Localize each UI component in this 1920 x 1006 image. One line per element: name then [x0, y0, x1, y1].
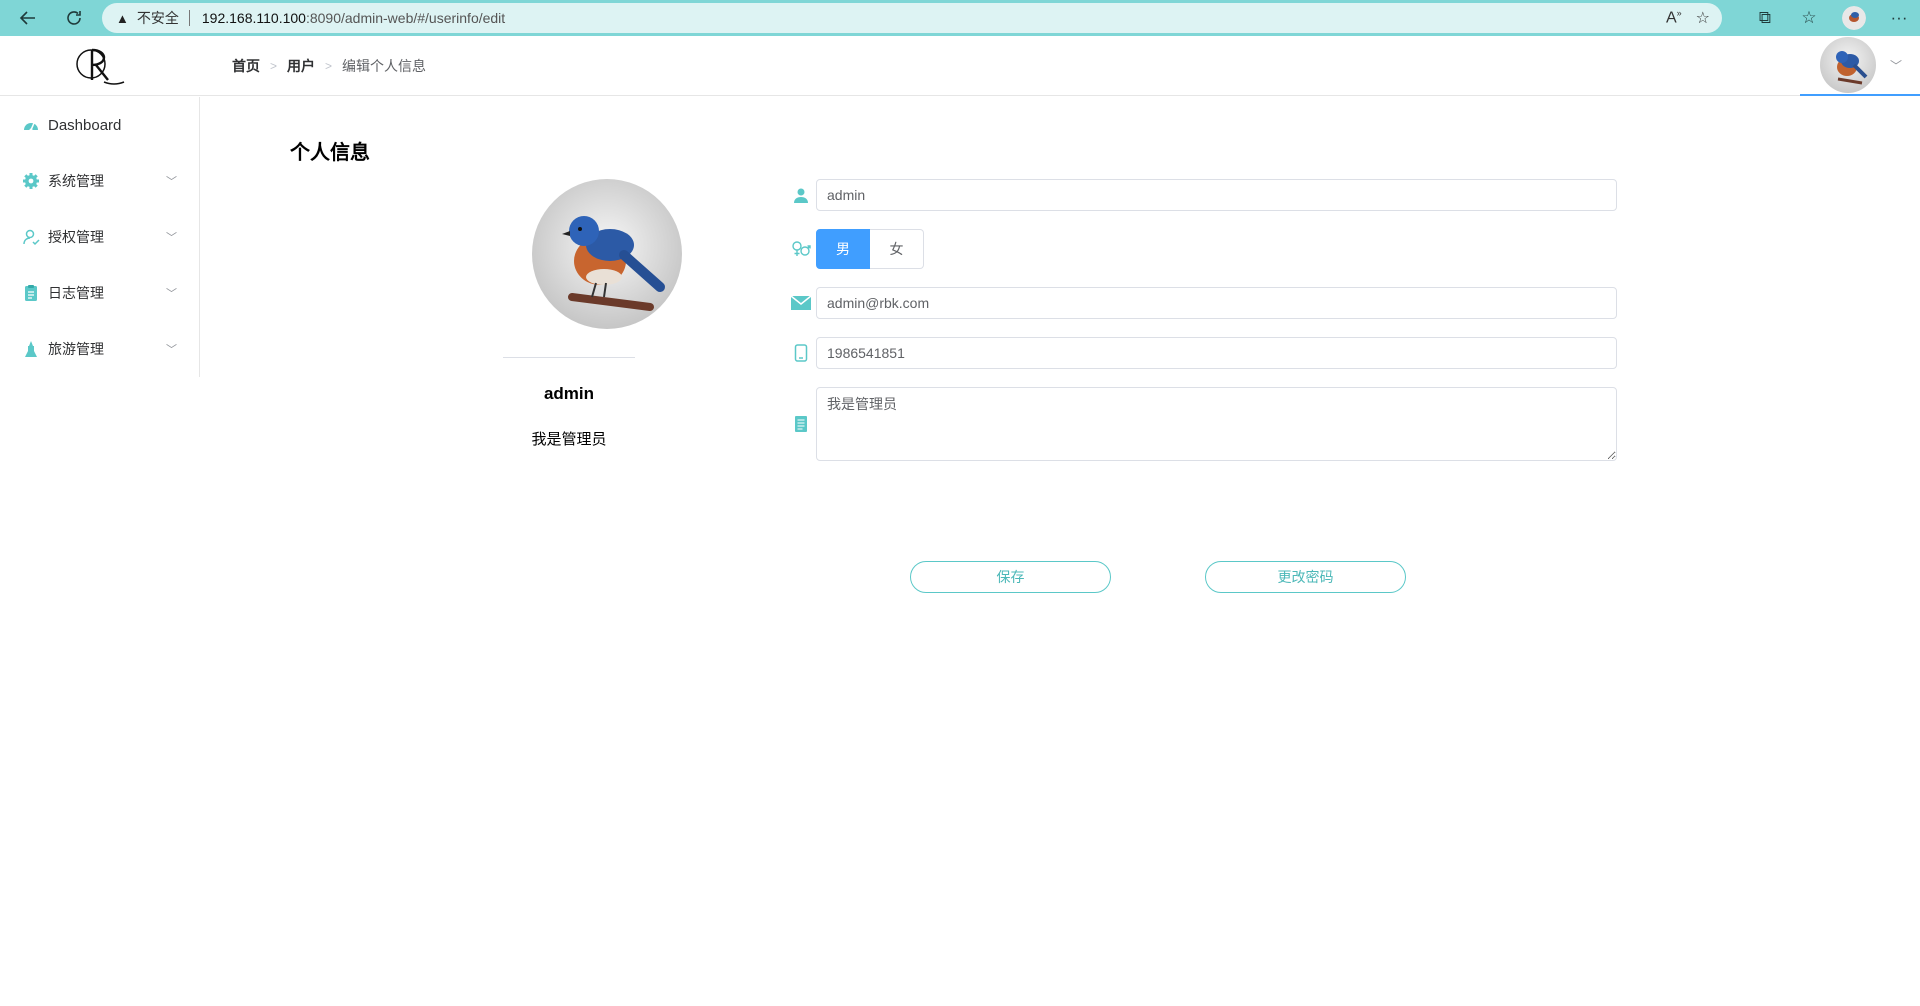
profile-name: admin	[543, 384, 595, 403]
dashboard-icon	[22, 116, 40, 134]
address-separator	[188, 10, 190, 26]
app-header: 首页 > 用户 > 编辑个人信息 ﹀	[0, 36, 1920, 96]
email-row	[790, 287, 1617, 319]
sidebar-item-label: 系统管理	[48, 173, 104, 189]
chevron-down-icon: ﹀	[166, 176, 177, 188]
username-input[interactable]	[816, 179, 1617, 211]
sidebar-item-dashboard[interactable]: Dashboard	[0, 97, 199, 153]
profile-description: 我是管理员	[531, 431, 607, 448]
sidebar-item-logs[interactable]: 日志管理 ﹀	[0, 265, 199, 321]
phone-row	[790, 337, 1617, 369]
favorites-icon[interactable]: ☆	[1798, 8, 1820, 28]
user-menu[interactable]: ﹀	[1800, 36, 1920, 96]
document-icon	[790, 413, 812, 435]
warning-icon: ▲	[116, 10, 129, 26]
user-icon	[790, 184, 812, 206]
save-button[interactable]: 保存	[910, 561, 1111, 593]
chevron-down-icon: ﹀	[166, 288, 177, 300]
chevron-right-icon: >	[325, 59, 333, 73]
chevron-down-icon: ﹀	[166, 344, 177, 356]
sidebar-item-authorization[interactable]: 授权管理 ﹀	[0, 209, 199, 265]
sidebar-item-label: 日志管理	[48, 285, 104, 301]
intro-textarea[interactable]: 我是管理员	[816, 387, 1617, 461]
chevron-right-icon: >	[270, 59, 278, 73]
sidebar-item-label: 旅游管理	[48, 341, 104, 357]
envelope-icon	[790, 292, 812, 314]
sidebar-item-tourism[interactable]: 旅游管理 ﹀	[0, 321, 199, 377]
header-avatar[interactable]	[1820, 37, 1876, 93]
phone-icon	[790, 342, 812, 364]
browser-profile-avatar[interactable]	[1842, 6, 1866, 30]
insecure-label: 不安全	[136, 10, 179, 26]
profile-avatar[interactable]	[532, 179, 682, 329]
breadcrumb-user[interactable]: 用户	[287, 56, 315, 76]
sidebar-item-label: 授权管理	[48, 229, 104, 245]
app-logo[interactable]	[74, 44, 134, 90]
gear-icon	[22, 172, 40, 190]
username-row	[790, 179, 1617, 211]
extensions-icon[interactable]: ⧉	[1754, 8, 1776, 28]
breadcrumb-current: 编辑个人信息	[342, 58, 427, 74]
intro-row: 我是管理员	[790, 387, 1617, 461]
profile-divider	[503, 357, 635, 358]
gender-female-button[interactable]: 女	[870, 229, 924, 269]
read-aloud-icon[interactable]: A»	[1666, 8, 1682, 28]
reload-button[interactable]	[56, 0, 92, 36]
sidebar: Dashboard 系统管理 ﹀ 授权管理 ﹀ 日志管理 ﹀ 旅游管理 ﹀	[0, 97, 200, 377]
url-host: 192.168.110.100	[201, 10, 306, 26]
user-check-icon	[22, 228, 40, 246]
chevron-down-icon: ﹀	[166, 232, 177, 244]
gender-icon	[790, 238, 812, 260]
tourism-icon	[22, 340, 40, 358]
reload-icon	[67, 11, 81, 25]
address-bar[interactable]: ▲ 不安全 192.168.110.100 :8090/admin-web/#/…	[102, 3, 1722, 33]
breadcrumb-home[interactable]: 首页	[232, 56, 260, 76]
back-button[interactable]	[10, 0, 46, 36]
phone-input[interactable]	[816, 337, 1617, 369]
clipboard-icon	[22, 284, 40, 302]
browser-toolbar: ▲ 不安全 192.168.110.100 :8090/admin-web/#/…	[0, 0, 1920, 36]
url-path: :8090/admin-web/#/userinfo/edit	[305, 10, 506, 26]
gender-row: 男 女	[790, 229, 924, 269]
sidebar-item-label: Dashboard	[48, 116, 122, 134]
change-password-button[interactable]: 更改密码	[1205, 561, 1406, 593]
gender-radio-group: 男 女	[816, 229, 924, 269]
more-menu-icon[interactable]: ···	[1888, 8, 1910, 28]
arrow-left-icon	[19, 11, 35, 25]
gender-male-button[interactable]: 男	[816, 229, 870, 269]
favorite-star-icon[interactable]: ☆	[1696, 8, 1710, 28]
email-input[interactable]	[816, 287, 1617, 319]
chevron-down-icon[interactable]: ﹀	[1890, 57, 1902, 74]
page-title: 个人信息	[290, 142, 370, 164]
sidebar-item-system[interactable]: 系统管理 ﹀	[0, 153, 199, 209]
breadcrumb: 首页 > 用户 > 编辑个人信息	[232, 56, 426, 76]
